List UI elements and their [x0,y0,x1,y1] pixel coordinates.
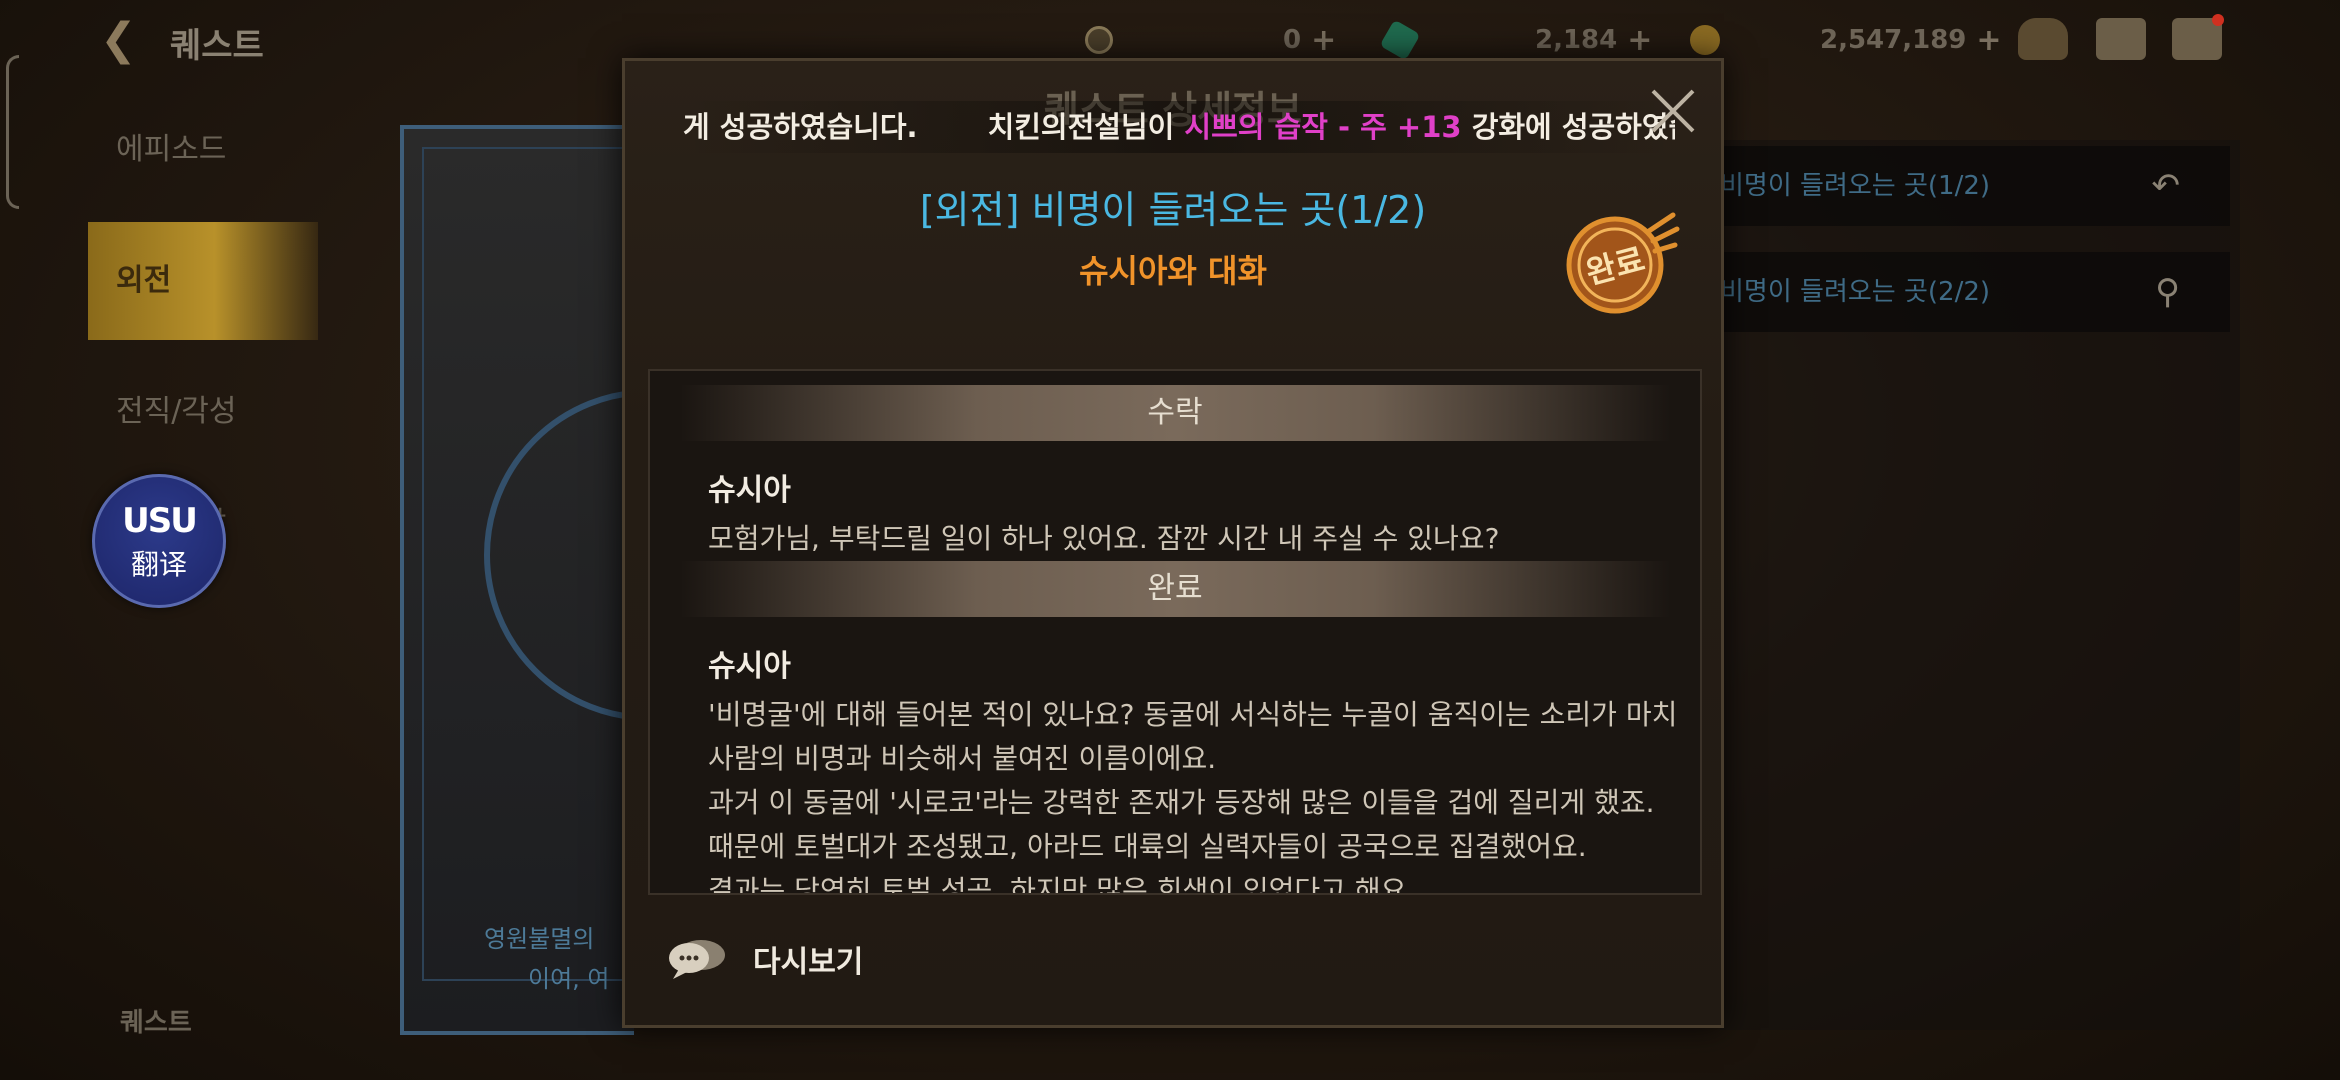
add-currency-button[interactable]: + [1311,23,1336,58]
quest-detail-modal: 퀘스트 상세정보 게 성공하였습니다.치킨의전설님이 시쁘의 습작 - 주 +1… [622,58,1724,1028]
section-header-complete: 완료 [680,561,1670,617]
replay-button[interactable]: 다시보기 [667,931,863,987]
speaker-name: 슈시아 [708,473,791,508]
section-header-accept: 수락 [680,385,1670,441]
quest-card: 영원불멸의 이여, 여 [400,125,816,1035]
add-currency-button[interactable]: + [1976,23,2001,58]
menu-item-episode[interactable]: 에피소드 [88,110,318,190]
quest-list-panel: 비명이 들려오는 곳(1/2) ↶ 비명이 들려오는 곳(2/2) ⚲ [1720,140,2240,1030]
dialog-line: 과거 이 동굴에 '시로코'라는 강력한 존재가 등장해 많은 이들을 겁에 질… [708,786,1655,819]
close-icon [1651,89,1695,133]
dialog-line: 결과는 당연히 토벌 성공. 하지만 많은 희생이 있었다고 해요. [708,874,1416,895]
mail-icon[interactable] [2096,18,2146,60]
speaker-name: 슈시아 [708,649,791,684]
dialog-line: '비명굴'에 대해 들어본 적이 있나요? 동굴에 서식하는 누골이 움직이는 … [708,698,1678,731]
menu-item-advancement[interactable]: 전직/각성 [88,372,318,452]
ticker-message: 치킨의전설님이 시쁘의 습작 - 주 +13 강화에 성공하였습니다. [988,101,1675,153]
ticker-item: 시쁘의 습작 - 주 +13 [1184,110,1462,144]
translate-button[interactable]: USU 翻译 [92,474,226,608]
currency-value: 2,547,189 [1820,25,1967,55]
card-text-line: 영원불멸의 [484,925,595,953]
quest-objective: 슈시아와 대화 [1079,252,1267,290]
card-text-line: 이여, 여 [528,965,610,993]
currency-gold: 2,547,189 + [1690,20,2002,60]
currency-moon: 0 + [1085,20,1336,60]
announcement-ticker: 게 성공하였습니다. 치킨의전설님이 시쁘의 습작 - 주 +13 강화에 성공하… [683,101,1675,153]
bag-icon[interactable] [2018,18,2068,60]
quest-name: [외전] 비명이 들려오는 곳(1/2) [919,188,1427,232]
quest-list-row[interactable]: 비명이 들려오는 곳(2/2) ⚲ [1720,252,2230,332]
quest-list-row[interactable]: 비명이 들려오는 곳(1/2) ↶ [1720,146,2230,226]
add-currency-button[interactable]: + [1627,23,1652,58]
dialog-line: 사람의 비명과 비슷해서 붙여진 이름이에요. [708,742,1217,775]
notification-dot [2212,14,2224,26]
ticker-user: 치킨의전설님이 [987,110,1185,144]
back-arrow-icon[interactable]: ❮ [100,14,150,66]
close-button[interactable] [1645,83,1701,139]
quest-list-label: 비명이 들려오는 곳(1/2) [1720,171,1991,201]
menu-item-side-story[interactable]: 외전 [88,222,318,340]
ticker-result: 강화에 성공하였습니다. [1471,110,1675,144]
moon-coin-icon [1085,26,1113,54]
dialog-line: 때문에 토벌대가 조성됐고, 아라드 대륙의 실력자들이 공국으로 집결했어요. [708,830,1587,863]
currency-gem: 2,184 + [1379,19,1652,61]
search-icon[interactable]: ⚲ [2155,270,2180,314]
card-text: 영원불멸의 이여, 여 [484,919,610,999]
speech-bubble-icon [669,940,725,979]
gold-coin-icon [1690,25,1720,55]
currency-value: 2,184 [1535,25,1618,55]
ticker-message: 게 성공하였습니다. [683,110,918,144]
translate-label: 翻译 [130,548,187,581]
bottom-quest-label[interactable]: 퀘스트 [120,1002,192,1039]
currency-value: 0 [1283,25,1302,55]
side-handle[interactable] [6,55,19,209]
dialog-log[interactable]: 수락 슈시아 모험가님, 부탁드릴 일이 하나 있어요. 잠깐 시간 내 주실 … [648,369,1702,895]
chat-icon[interactable] [2172,14,2224,60]
translate-logo: USU [122,501,198,541]
page-title: 퀘스트 [170,26,264,66]
quest-list-label: 비명이 들려오는 곳(2/2) [1720,277,1991,307]
dialog-line: 모험가님, 부탁드릴 일이 하나 있어요. 잠깐 시간 내 주실 수 있나요? [708,522,1500,555]
complete-stamp-icon: 완료 [1566,212,1680,314]
return-icon[interactable]: ↶ [2152,164,2181,208]
green-gem-icon [1379,19,1421,61]
replay-label: 다시보기 [753,945,864,980]
